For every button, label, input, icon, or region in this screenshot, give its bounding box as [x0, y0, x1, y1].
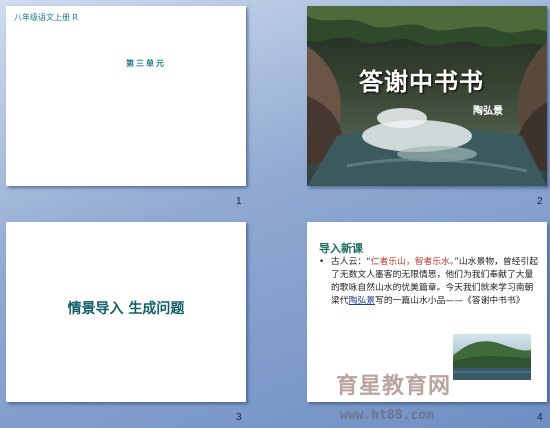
mountain-lake-photo	[453, 334, 531, 380]
slide-title: 情景导入 生成问题	[67, 301, 185, 317]
slide-thumbnail-1[interactable]: 八年级语文上册 R 第三单元	[6, 6, 246, 186]
slide-author: 陶弘景	[473, 106, 503, 117]
body-text-intro: 古人云：“	[331, 257, 371, 267]
slide-number-1: 1	[236, 196, 242, 207]
slide-number-2: 2	[537, 196, 543, 207]
author-link[interactable]: 陶弘景	[349, 296, 375, 306]
slide-header-text: 八年级语文上册 R	[14, 13, 79, 22]
watermark-logo-text: 育星教育网	[336, 374, 452, 399]
slide-number-3: 3	[236, 412, 242, 423]
slide-heading: 导入新课	[319, 242, 363, 255]
slide-thumbnail-2[interactable]: 答谢中书书 陶弘景	[307, 6, 547, 186]
bullet-marker: •	[319, 257, 325, 267]
slide-number-4: 4	[537, 412, 543, 423]
slide-body-text: • 古人云：“仁者乐山，智者乐水。”山水景物，曾经引起了无数文人墨客的无限情思，…	[319, 256, 541, 308]
body-text-end: 写的一篇山水小品——《答谢中书书》	[375, 296, 525, 306]
slide-unit-title: 第三单元	[126, 59, 166, 68]
quote-text: 仁者乐山，智者乐水。	[370, 257, 455, 267]
slide-thumbnail-3[interactable]: 情景导入 生成问题	[6, 222, 246, 402]
watermark-url: www.ht88.com	[340, 408, 434, 423]
slide-title: 答谢中书书	[359, 67, 484, 96]
